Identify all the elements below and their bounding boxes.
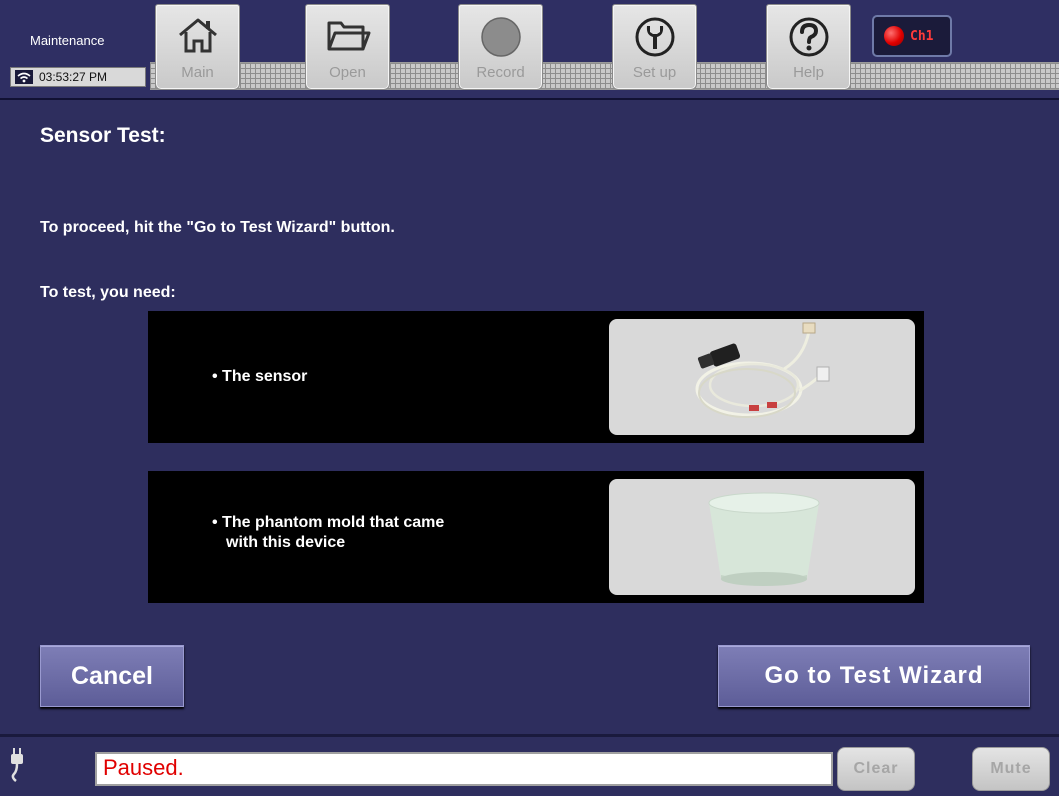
mute-button[interactable]: Mute [972, 747, 1050, 791]
setup-button[interactable]: Set up [612, 4, 697, 90]
instruction-text: To proceed, hit the "Go to Test Wizard" … [40, 219, 395, 236]
home-icon [178, 18, 217, 53]
help-button[interactable]: Help [766, 4, 851, 90]
channel-label: Ch1 [910, 28, 934, 44]
main-button[interactable]: Main [155, 4, 240, 90]
channel-button[interactable]: Ch1 [872, 15, 952, 57]
mode-label: Maintenance [30, 33, 105, 48]
sensor-cable-icon [695, 322, 830, 418]
record-label: Record [476, 64, 525, 81]
wrench-icon [635, 17, 674, 57]
page-title: Sensor Test: [40, 124, 166, 147]
requirement-text: • The sensor [212, 368, 308, 385]
clock-display: 03:53:27 PM [10, 67, 146, 87]
folder-icon [327, 21, 370, 51]
clock-time: 03:53:27 PM [39, 70, 108, 84]
power-plug-icon [11, 748, 23, 782]
sensor-image [609, 319, 915, 435]
go-to-test-wizard-button[interactable]: Go to Test Wizard [718, 645, 1030, 707]
top-toolbar: Maintenance 03:53:27 PM Main Open Record [0, 0, 1059, 100]
help-label: Help [793, 64, 824, 81]
status-bar: Paused. Clear Mute [0, 734, 1059, 796]
toolbar-grid-strip [150, 62, 1059, 90]
phantom-mold-image [609, 479, 915, 595]
requirements-heading: To test, you need: [40, 284, 176, 301]
main-label: Main [181, 64, 214, 81]
setup-label: Set up [632, 64, 677, 81]
wifi-icon [15, 70, 33, 84]
requirement-card-phantom: • The phantom mold that came with this d… [148, 471, 924, 603]
channel-indicator-icon [884, 26, 904, 46]
cancel-button[interactable]: Cancel [40, 645, 184, 707]
record-button[interactable]: Record [458, 4, 543, 90]
help-icon [789, 17, 828, 57]
main-panel: Sensor Test: To proceed, hit the "Go to … [0, 102, 1059, 734]
requirement-text: • The phantom mold that came [212, 514, 445, 531]
requirement-text-line2: with this device [226, 534, 346, 551]
record-icon [480, 17, 521, 57]
open-label: Open [329, 64, 366, 81]
phantom-mold-icon [708, 492, 820, 586]
status-message: Paused. [95, 752, 833, 786]
open-button[interactable]: Open [305, 4, 390, 90]
clear-button[interactable]: Clear [837, 747, 915, 791]
requirement-card-sensor: • The sensor [148, 311, 924, 443]
